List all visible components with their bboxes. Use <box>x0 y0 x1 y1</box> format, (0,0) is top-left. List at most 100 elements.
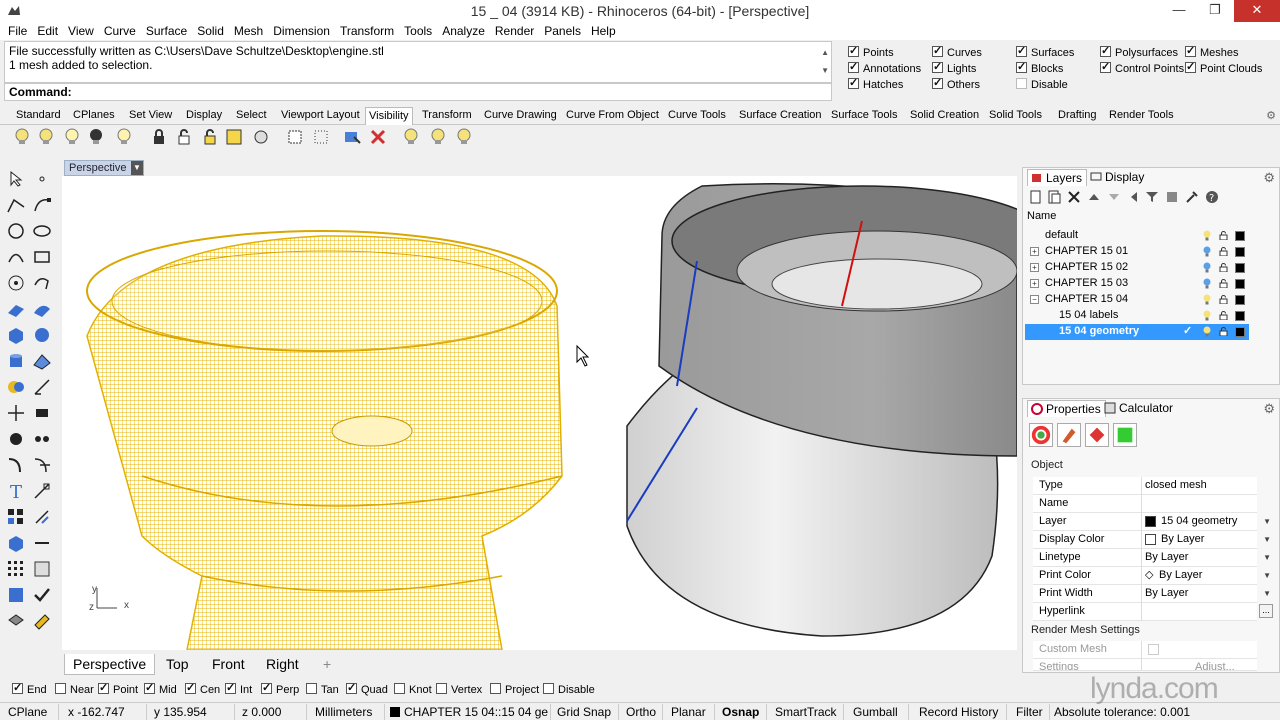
checkbox[interactable] <box>490 683 501 694</box>
menu-file[interactable]: File <box>0 22 32 39</box>
checkbox[interactable] <box>1016 60 1027 74</box>
checkbox[interactable] <box>394 683 405 694</box>
surface-icon[interactable] <box>6 299 26 319</box>
expand-icon[interactable]: + <box>1030 263 1039 272</box>
expand-icon[interactable]: + <box>1030 247 1039 256</box>
box-icon[interactable] <box>6 325 26 345</box>
menu-transform[interactable]: Transform <box>335 22 399 39</box>
rotate-icon[interactable] <box>32 403 52 423</box>
prop-value[interactable]: By Layer <box>1145 549 1188 566</box>
layer-visible-bulb-icon[interactable] <box>1203 294 1211 305</box>
osnap-int[interactable]: Int <box>225 681 252 696</box>
filter-curves[interactable]: Curves <box>932 44 982 60</box>
filter-points[interactable]: Points <box>848 44 894 60</box>
swap-hidden-icon[interactable] <box>86 127 106 147</box>
wireframe-mesh[interactable] <box>86 230 563 650</box>
status-record-history[interactable]: Record History <box>919 705 998 719</box>
isolate-bulb-icon[interactable] <box>454 127 474 147</box>
prop-value[interactable]: 15 04 geometry <box>1161 513 1237 530</box>
layer-row[interactable]: + CHAPTER 15 01 <box>1025 244 1249 260</box>
filter-others[interactable]: Others <box>932 76 980 92</box>
osnap-near[interactable]: Near <box>55 683 94 696</box>
gear-icon[interactable]: ⚙ <box>1266 109 1276 122</box>
layer-lock-icon[interactable] <box>1219 295 1228 304</box>
pan-icon[interactable] <box>32 559 52 579</box>
select-points-icon[interactable] <box>285 127 305 147</box>
layer-row[interactable]: default <box>1025 228 1249 244</box>
unlock-icon[interactable] <box>174 127 194 147</box>
dropdown-arrow-icon[interactable]: ▼ <box>1263 585 1271 602</box>
tab-curve-tools[interactable]: Curve Tools <box>668 109 726 121</box>
lock-swap-icon[interactable] <box>200 127 220 147</box>
status-filter[interactable]: Filter <box>1016 705 1043 719</box>
menu-tools[interactable]: Tools <box>399 22 437 39</box>
tab-standard[interactable]: Standard <box>16 109 61 121</box>
status-osnap[interactable]: Osnap <box>722 705 759 719</box>
layer-row[interactable]: 15 04 labels <box>1025 308 1249 324</box>
checkbox[interactable] <box>848 44 859 58</box>
menu-edit[interactable]: Edit <box>32 22 63 39</box>
texture-mapping-icon[interactable] <box>1085 423 1109 447</box>
circle-icon[interactable] <box>6 221 26 241</box>
show-selected-icon[interactable] <box>62 127 82 147</box>
menu-render[interactable]: Render <box>490 22 539 39</box>
layer-name-header[interactable]: Name <box>1027 210 1253 222</box>
filter-hatches[interactable]: Hatches <box>848 76 903 92</box>
filter-annotations[interactable]: Annotations <box>848 60 921 76</box>
tab-right[interactable]: Right <box>258 654 307 675</box>
tab-calculator[interactable]: Calculator <box>1101 400 1177 417</box>
status-ortho[interactable]: Ortho <box>626 705 656 719</box>
checkbox[interactable] <box>98 681 109 694</box>
osnap-perp[interactable]: Perp <box>261 681 299 696</box>
dropdown-arrow-icon[interactable]: ▼ <box>1263 513 1271 530</box>
checkbox[interactable] <box>932 76 943 90</box>
show-layer-bulb-icon[interactable] <box>401 127 421 147</box>
tab-display-panel[interactable]: Display <box>1087 169 1148 186</box>
tab-properties[interactable]: Properties <box>1027 400 1106 417</box>
tab-front[interactable]: Front <box>204 654 253 675</box>
checkbox[interactable] <box>55 683 66 694</box>
menu-help[interactable]: Help <box>586 22 621 39</box>
status-layer[interactable]: CHAPTER 15 04::15 04 geo <box>404 705 548 719</box>
osnap-disable[interactable]: Disable <box>543 683 595 696</box>
custom-mesh-checkbox[interactable] <box>1148 644 1159 655</box>
close-button[interactable]: ✕ <box>1234 0 1280 22</box>
tab-drafting[interactable]: Drafting <box>1058 109 1097 121</box>
osnap-cen[interactable]: Cen <box>185 681 220 696</box>
dropdown-arrow-icon[interactable]: ▼ <box>1263 549 1271 566</box>
osnap-point[interactable]: Point <box>98 681 138 696</box>
status-units[interactable]: Millimeters <box>315 705 372 719</box>
move-to-parent-icon[interactable] <box>1127 190 1141 204</box>
show-bulb-icon[interactable] <box>12 127 32 147</box>
cursor-pick-icon[interactable] <box>342 127 362 147</box>
filter-surfaces[interactable]: Surfaces <box>1016 44 1074 60</box>
menu-view[interactable]: View <box>63 22 99 39</box>
tab-surface-creation[interactable]: Surface Creation <box>739 109 822 121</box>
add-viewport-button[interactable]: + <box>315 654 339 675</box>
history-scroll[interactable]: ▲ ▼ <box>821 44 829 80</box>
command-line[interactable]: Command: <box>4 83 832 101</box>
osnap-project[interactable]: Project <box>490 683 539 696</box>
checkbox[interactable] <box>932 60 943 74</box>
paint-icon[interactable] <box>32 611 52 631</box>
checkbox[interactable] <box>225 681 236 694</box>
menu-panels[interactable]: Panels <box>539 22 586 39</box>
filter-lights[interactable]: Lights <box>932 60 976 76</box>
tab-cplanes[interactable]: CPlanes <box>73 109 115 121</box>
menu-mesh[interactable]: Mesh <box>229 22 268 39</box>
trim-icon[interactable] <box>32 455 52 475</box>
filter-disable[interactable]: Disable <box>1016 78 1068 92</box>
layer-lock-icon[interactable] <box>1219 279 1228 288</box>
viewport-title[interactable]: Perspective ▼ <box>64 160 144 176</box>
tools-icon[interactable] <box>1185 190 1199 204</box>
decal-icon[interactable] <box>1113 423 1137 447</box>
solid-shaded-object[interactable] <box>626 183 1017 637</box>
properties-tool-icon[interactable] <box>6 585 26 605</box>
osnap-knot[interactable]: Knot <box>394 683 432 696</box>
checkbox[interactable] <box>436 683 447 694</box>
layer-color-swatch[interactable] <box>1235 231 1245 241</box>
bucket-icon[interactable] <box>6 611 26 631</box>
hide-layer-bulb-icon[interactable] <box>428 127 448 147</box>
new-sublayer-icon[interactable] <box>1047 190 1061 204</box>
point-icon[interactable] <box>32 169 52 189</box>
